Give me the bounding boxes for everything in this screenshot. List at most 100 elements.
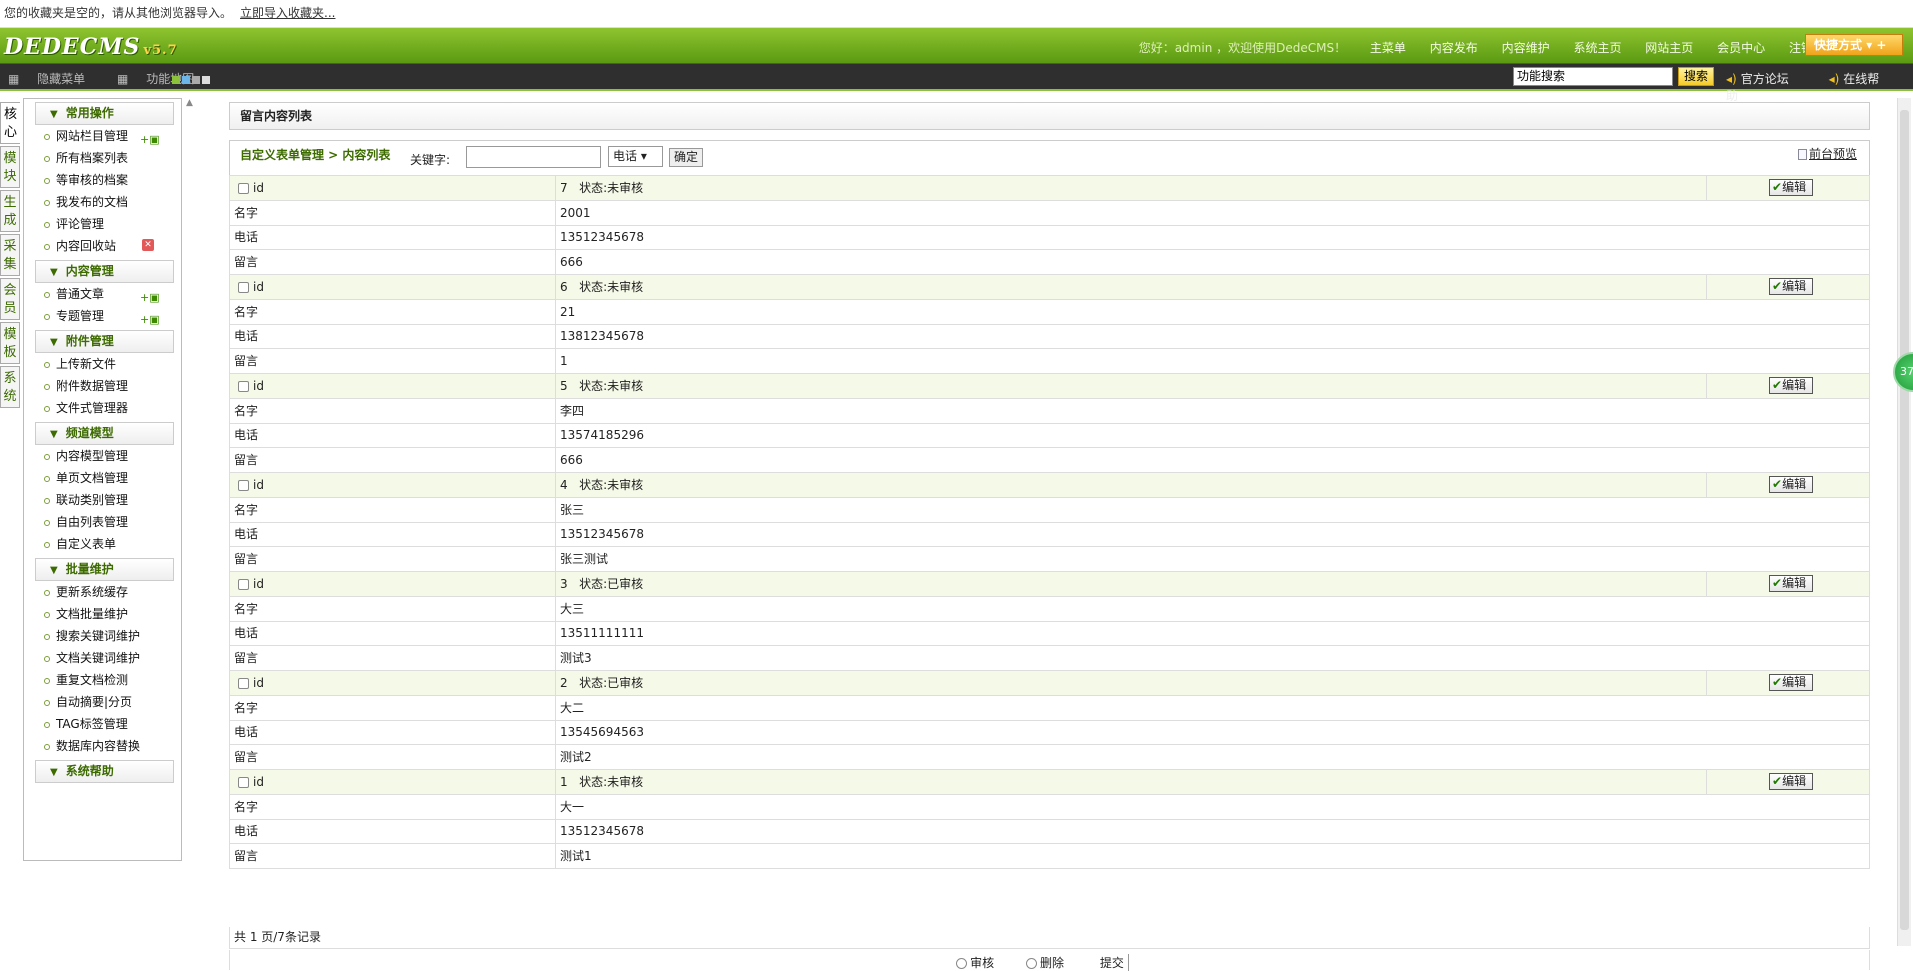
sidebar-splitter[interactable]: ▲ (186, 98, 196, 946)
sidebar-item[interactable]: 自由列表管理 (24, 511, 181, 533)
check-icon: ✔ (1772, 477, 1783, 492)
breadcrumb[interactable]: 自定义表单管理 > 内容列表 (240, 146, 390, 163)
sidebar-category[interactable]: ▼ 附件管理 (35, 330, 174, 353)
sidebar-item[interactable]: 评论管理 (24, 213, 181, 235)
status-label: 状态: (579, 774, 608, 789)
sidebar-item[interactable]: 单页文档管理 (24, 467, 181, 489)
edit-button[interactable]: ✔编辑 (1769, 575, 1813, 593)
record-header-row: id 2 状态:已审核 ✔编辑 (229, 670, 1870, 696)
row-checkbox[interactable] (238, 479, 249, 491)
edit-button[interactable]: ✔编辑 (1769, 278, 1813, 296)
field-label: 留言 (229, 447, 556, 473)
row-checkbox[interactable] (238, 776, 249, 788)
tab-templates[interactable]: 模板 (0, 322, 20, 364)
status-label: 状态: (579, 378, 608, 393)
grid-icon: ▦ (8, 72, 20, 86)
row-checkbox[interactable] (238, 281, 249, 293)
sidebar-item[interactable]: 自定义表单 (24, 533, 181, 555)
delete-icon[interactable]: ✕ (142, 239, 154, 251)
nav-main-menu[interactable]: 主菜单 (1370, 41, 1406, 55)
function-search-input[interactable]: 功能搜索 (1513, 67, 1673, 86)
sidebar-item[interactable]: TAG标签管理 (24, 713, 181, 735)
bullet-icon (44, 677, 50, 684)
edit-button[interactable]: ✔编辑 (1769, 773, 1813, 791)
sidebar-item[interactable]: 上传新文件 (24, 353, 181, 375)
confirm-button[interactable]: 确定 (669, 148, 703, 167)
sidebar-item[interactable]: 普通文章 +▣ (24, 283, 181, 305)
tab-modules[interactable]: 模块 (0, 146, 20, 188)
sidebar-item[interactable]: 内容回收站 ✕ (24, 235, 181, 257)
sidebar-item[interactable]: 数据库内容替换 (24, 735, 181, 757)
status-label: 状态: (579, 279, 608, 294)
tab-collect[interactable]: 采集 (0, 234, 20, 276)
status-value: 未审核 (607, 279, 644, 294)
tab-system[interactable]: 系统 (0, 366, 20, 408)
sidebar-item[interactable]: 文档关键词维护 (24, 647, 181, 669)
row-checkbox[interactable] (238, 578, 249, 590)
submit-button[interactable]: 提交 (1096, 954, 1129, 971)
field-label: 电话 (229, 323, 556, 350)
row-checkbox[interactable] (238, 380, 249, 392)
nav-system-home[interactable]: 系统主页 (1573, 41, 1621, 55)
edit-button[interactable]: ✔编辑 (1769, 674, 1813, 692)
edit-button[interactable]: ✔编辑 (1769, 179, 1813, 197)
approve-option[interactable]: 审核 (956, 956, 1008, 970)
bullet-icon (44, 453, 50, 460)
sidebar-category[interactable]: ▼ 常用操作 (35, 102, 174, 125)
tab-members[interactable]: 会员 (0, 278, 20, 320)
row-checkbox[interactable] (238, 182, 249, 194)
nav-content-publish[interactable]: 内容发布 (1430, 41, 1478, 55)
edit-button[interactable]: ✔编辑 (1769, 476, 1813, 494)
preview-link[interactable]: 前台预览 (1798, 145, 1857, 162)
sidebar-category[interactable]: ▼ 内容管理 (35, 260, 174, 283)
sidebar-item[interactable]: 搜索关键词维护 (24, 625, 181, 647)
field-value: 2001 (555, 199, 1870, 226)
sidebar-item[interactable]: 重复文档检测 (24, 669, 181, 691)
table-row: 电话 13574185296 (229, 422, 1870, 449)
field-label: 留言 (229, 645, 556, 671)
field-select[interactable]: 电话 ▾ (608, 146, 663, 167)
sidebar-item[interactable]: 内容模型管理 (24, 445, 181, 467)
toolbar: ▦ 隐藏菜单 ▦ 功能地图 功能搜索 搜索 ◂) 官方论坛 ◂) 在线帮助 (0, 64, 1913, 103)
top-header: DEDECMS v5.7 您好：admin ，欢迎使用DedeCMS！ 主菜单 内… (0, 28, 1913, 64)
sidebar-item[interactable]: 文件式管理器 (24, 397, 181, 419)
sidebar-item[interactable]: 所有档案列表 (24, 147, 181, 169)
nav-site-home[interactable]: 网站主页 (1645, 41, 1693, 55)
sidebar-item[interactable]: 附件数据管理 (24, 375, 181, 397)
check-icon: ✔ (1772, 774, 1783, 789)
sidebar-item[interactable]: 我发布的文档 (24, 191, 181, 213)
hide-menu-button[interactable]: ▦ 隐藏菜单 (8, 72, 99, 86)
sidebar-item[interactable]: 更新系统缓存 (24, 581, 181, 603)
sidebar-item[interactable]: 文档批量维护 (24, 603, 181, 625)
sidebar-item[interactable]: 专题管理 +▣ (24, 305, 181, 327)
sidebar-item[interactable]: 网站栏目管理 +▣ (24, 125, 181, 147)
add-icon[interactable]: +▣ (140, 309, 160, 331)
vertical-scrollbar[interactable] (1897, 98, 1911, 946)
forum-link[interactable]: ◂) 官方论坛 (1726, 72, 1807, 86)
import-bookmarks-link[interactable]: 立即导入收藏夹... (240, 6, 335, 20)
nav-content-maintain[interactable]: 内容维护 (1502, 41, 1550, 55)
sidebar-category[interactable]: ▼ 频道模型 (35, 422, 174, 445)
record-header-row: id 7 状态:未审核 ✔编辑 (229, 175, 1870, 201)
sidebar-category[interactable]: ▼ 系统帮助 (35, 760, 174, 783)
row-checkbox[interactable] (238, 677, 249, 689)
tab-generate[interactable]: 生成 (0, 190, 20, 232)
edit-button[interactable]: ✔编辑 (1769, 377, 1813, 395)
sidebar-item[interactable]: 自动摘要|分页 (24, 691, 181, 713)
nav-member-center[interactable]: 会员中心 (1717, 41, 1765, 55)
delete-option[interactable]: 删除 (1025, 956, 1078, 970)
quick-menu-button[interactable]: 快捷方式 ▾ + (1805, 34, 1903, 56)
table-row: 留言 张三测试 (229, 546, 1870, 572)
chevron-down-icon: ▼ (50, 429, 58, 440)
sidebar-item[interactable]: 联动类别管理 (24, 489, 181, 511)
search-button[interactable]: 搜索 (1678, 67, 1714, 86)
sidebar-category[interactable]: ▼ 批量维护 (35, 558, 174, 581)
floating-badge[interactable]: 37 (1893, 352, 1913, 392)
tab-core[interactable]: 核心 (0, 102, 20, 144)
layout-switcher[interactable] (172, 73, 212, 87)
field-value: 测试3 (555, 645, 1870, 671)
chevron-down-icon: ▼ (50, 109, 58, 120)
plus-icon: + (1876, 38, 1887, 52)
sidebar-item[interactable]: 等审核的档案 (24, 169, 181, 191)
keyword-input[interactable] (466, 146, 601, 168)
